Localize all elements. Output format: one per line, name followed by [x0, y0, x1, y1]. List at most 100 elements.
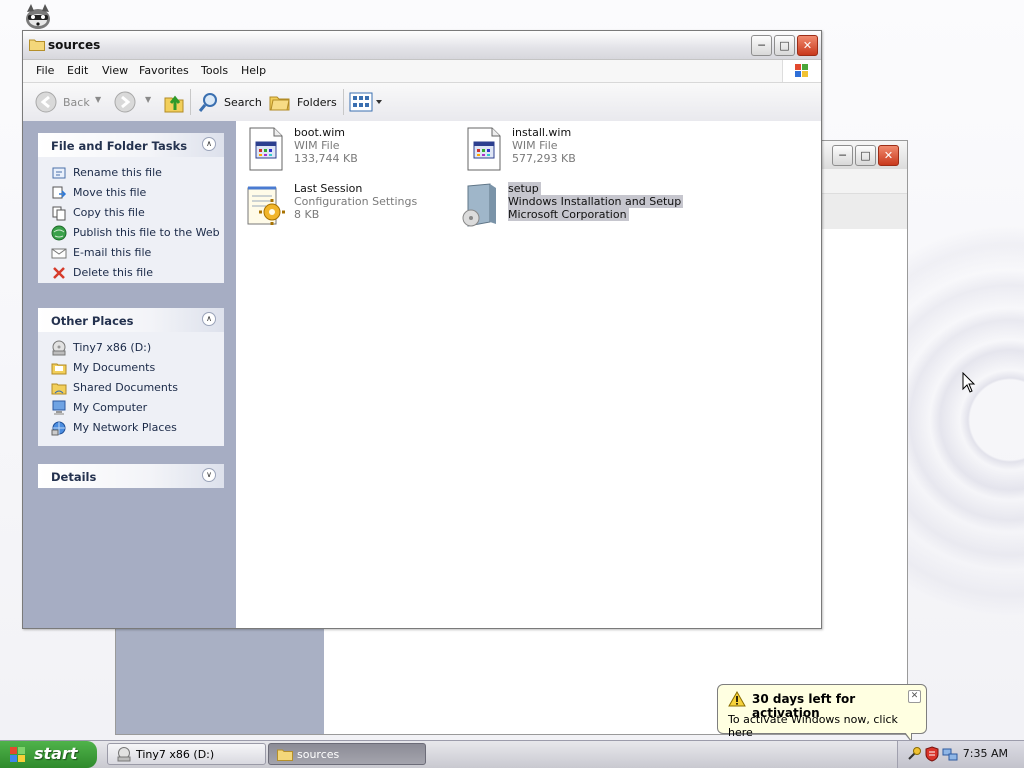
window-titlebar[interactable]: sources ─ □ ✕ [23, 31, 821, 60]
details-panel: Details ∨ [38, 464, 224, 488]
standard-toolbar: Back ▼ ▼ Search Folders [23, 83, 821, 122]
place-label: Tiny7 x86 (D:) [73, 341, 152, 354]
taskbar-item-sources[interactable]: sources [268, 743, 426, 765]
file-size: 577,293 KB [512, 152, 576, 165]
maximize-icon[interactable]: □ [855, 145, 876, 166]
task-publish-web[interactable]: Publish this file to the Web [38, 223, 224, 243]
place-label: Shared Documents [73, 381, 178, 394]
back-arrow-icon[interactable] [35, 91, 57, 113]
place-shared-documents[interactable]: Shared Documents [38, 378, 224, 398]
task-delete[interactable]: Delete this file [38, 263, 224, 283]
menu-help[interactable]: Help [241, 64, 266, 77]
explorer-window[interactable]: sources ─ □ ✕ File Edit View Favorites T… [22, 30, 822, 629]
file-company: Microsoft Corporation [508, 208, 629, 221]
folders-button[interactable]: Folders [297, 96, 337, 109]
file-item-selected[interactable]: setup Windows Installation and Setup Mic… [458, 182, 688, 228]
mouse-cursor-icon [962, 372, 976, 393]
network-icon[interactable] [942, 746, 958, 762]
task-rename[interactable]: Rename this file [38, 163, 224, 183]
up-folder-icon[interactable] [163, 90, 185, 114]
file-type: WIM File [294, 139, 340, 152]
expand-chevron-icon[interactable]: ∨ [202, 468, 216, 482]
windows-logo-icon [10, 747, 25, 762]
back-dropdown-icon[interactable]: ▼ [95, 95, 101, 104]
email-icon [51, 248, 67, 259]
back-button[interactable]: Back [63, 96, 90, 109]
place-my-computer[interactable]: My Computer [38, 398, 224, 418]
collapse-chevron-icon[interactable]: ∧ [202, 137, 216, 151]
file-name: setup [508, 182, 541, 195]
start-label: start [34, 744, 78, 763]
menu-bar: File Edit View Favorites Tools Help [23, 60, 821, 83]
menu-favorites[interactable]: Favorites [139, 64, 189, 77]
place-drive[interactable]: Tiny7 x86 (D:) [38, 338, 224, 358]
taskbar: start Tiny7 x86 (D:) sources 7:35 AM [0, 740, 1024, 768]
file-name: Last Session [294, 182, 363, 195]
menu-tools[interactable]: Tools [201, 64, 228, 77]
task-label: Move this file [73, 186, 147, 199]
file-list-area[interactable]: boot.wim WIM File 133,744 KB install.wim… [236, 121, 821, 628]
config-file-icon [247, 186, 285, 225]
close-icon[interactable]: ✕ [908, 690, 921, 703]
rename-icon [52, 167, 66, 179]
activation-key-icon[interactable] [906, 746, 922, 762]
place-my-documents[interactable]: My Documents [38, 358, 224, 378]
panel-header[interactable]: File and Folder Tasks ∧ [38, 133, 224, 157]
close-icon[interactable]: ✕ [878, 145, 899, 166]
place-network[interactable]: My Network Places [38, 418, 224, 438]
minimize-icon[interactable]: ─ [751, 35, 772, 56]
forward-dropdown-icon[interactable]: ▼ [145, 95, 151, 104]
file-type: WIM File [512, 139, 558, 152]
menu-file[interactable]: File [36, 64, 54, 77]
collapse-chevron-icon[interactable]: ∧ [202, 312, 216, 326]
menu-edit[interactable]: Edit [67, 64, 88, 77]
clock[interactable]: 7:35 AM [963, 747, 1008, 760]
panel-header[interactable]: Details ∨ [38, 464, 224, 488]
task-move[interactable]: Move this file [38, 183, 224, 203]
drive-icon [52, 340, 66, 356]
windows-flag-icon [782, 60, 821, 82]
security-shield-icon[interactable] [924, 746, 940, 762]
drive-icon [117, 747, 131, 762]
task-copy[interactable]: Copy this file [38, 203, 224, 223]
forward-arrow-icon[interactable] [114, 91, 136, 113]
minimize-icon[interactable]: ─ [832, 145, 853, 166]
delete-icon [53, 267, 65, 279]
close-icon[interactable]: ✕ [797, 35, 818, 56]
task-label: E-mail this file [73, 246, 152, 259]
activation-balloon[interactable]: 30 days left for activation To activate … [717, 684, 927, 743]
wim-file-icon [467, 127, 501, 171]
setup-exe-icon [462, 183, 496, 227]
taskbar-item-drive[interactable]: Tiny7 x86 (D:) [107, 743, 266, 765]
place-label: My Computer [73, 401, 148, 414]
taskbar-item-label: sources [297, 748, 340, 761]
file-item[interactable]: Last Session Configuration Settings 8 KB [244, 182, 444, 228]
start-button[interactable]: start [0, 741, 97, 768]
menu-view[interactable]: View [102, 64, 128, 77]
file-folder-tasks-panel: File and Folder Tasks ∧ Rename this file… [38, 133, 224, 283]
file-name: boot.wim [294, 126, 346, 139]
move-icon [52, 186, 67, 199]
panel-header[interactable]: Other Places ∧ [38, 308, 224, 332]
network-places-icon [51, 421, 66, 436]
other-places-panel: Other Places ∧ Tiny7 x86 (D:) My Documen… [38, 308, 224, 446]
file-type: Configuration Settings [294, 195, 418, 208]
file-item[interactable]: install.wim WIM File 577,293 KB [462, 126, 662, 172]
window-title: sources [48, 38, 101, 52]
views-icon[interactable] [349, 91, 385, 113]
maximize-icon[interactable]: □ [774, 35, 795, 56]
task-label: Delete this file [73, 266, 153, 279]
place-label: My Documents [73, 361, 156, 374]
place-label: My Network Places [73, 421, 177, 434]
toolbar-separator [343, 89, 344, 115]
file-item[interactable]: boot.wim WIM File 133,744 KB [244, 126, 444, 172]
search-icon[interactable] [198, 91, 220, 113]
task-email[interactable]: E-mail this file [38, 243, 224, 263]
raccoon-desktop-icon[interactable] [22, 2, 54, 32]
balloon-body[interactable]: To activate Windows now, click here [728, 713, 926, 739]
task-pane: File and Folder Tasks ∧ Rename this file… [23, 121, 236, 628]
folders-icon[interactable] [269, 91, 291, 113]
balloon-tail-fill [905, 732, 911, 740]
search-button[interactable]: Search [224, 96, 262, 109]
file-size: 133,744 KB [294, 152, 358, 165]
